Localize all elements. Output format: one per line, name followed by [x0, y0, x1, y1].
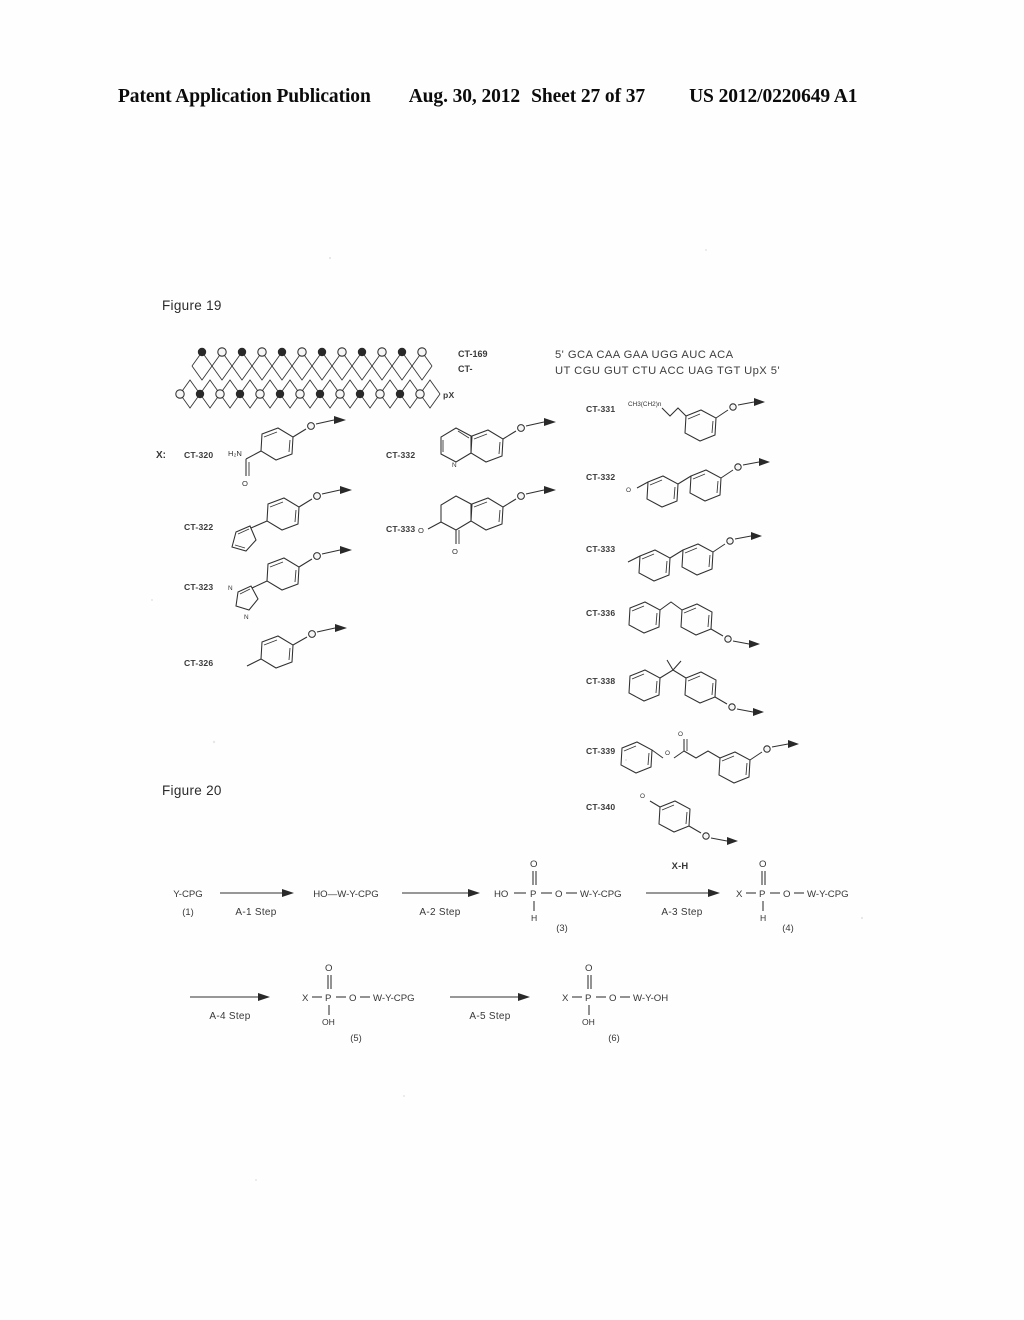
patent-page: Patent Application Publication Aug. 30, … — [0, 0, 1024, 1320]
scan-artifacts — [151, 249, 864, 1181]
